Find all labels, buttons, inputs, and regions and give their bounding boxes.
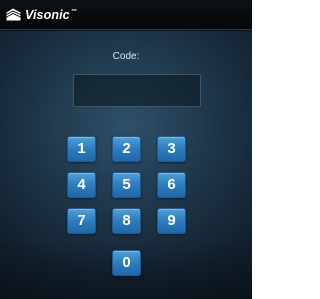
key-7[interactable]: 7	[67, 208, 96, 234]
keypad-screen: Visonic™ Code: 1 2 3 4 5 6 7 8 9 0	[0, 0, 252, 299]
key-4[interactable]: 4	[67, 172, 96, 198]
key-5[interactable]: 5	[112, 172, 141, 198]
numeric-keypad: 1 2 3 4 5 6 7 8 9 0	[0, 0, 252, 299]
key-9[interactable]: 9	[157, 208, 186, 234]
key-6[interactable]: 6	[157, 172, 186, 198]
key-2[interactable]: 2	[112, 136, 141, 162]
key-3[interactable]: 3	[157, 136, 186, 162]
key-0[interactable]: 0	[112, 250, 141, 276]
key-1[interactable]: 1	[67, 136, 96, 162]
key-8[interactable]: 8	[112, 208, 141, 234]
